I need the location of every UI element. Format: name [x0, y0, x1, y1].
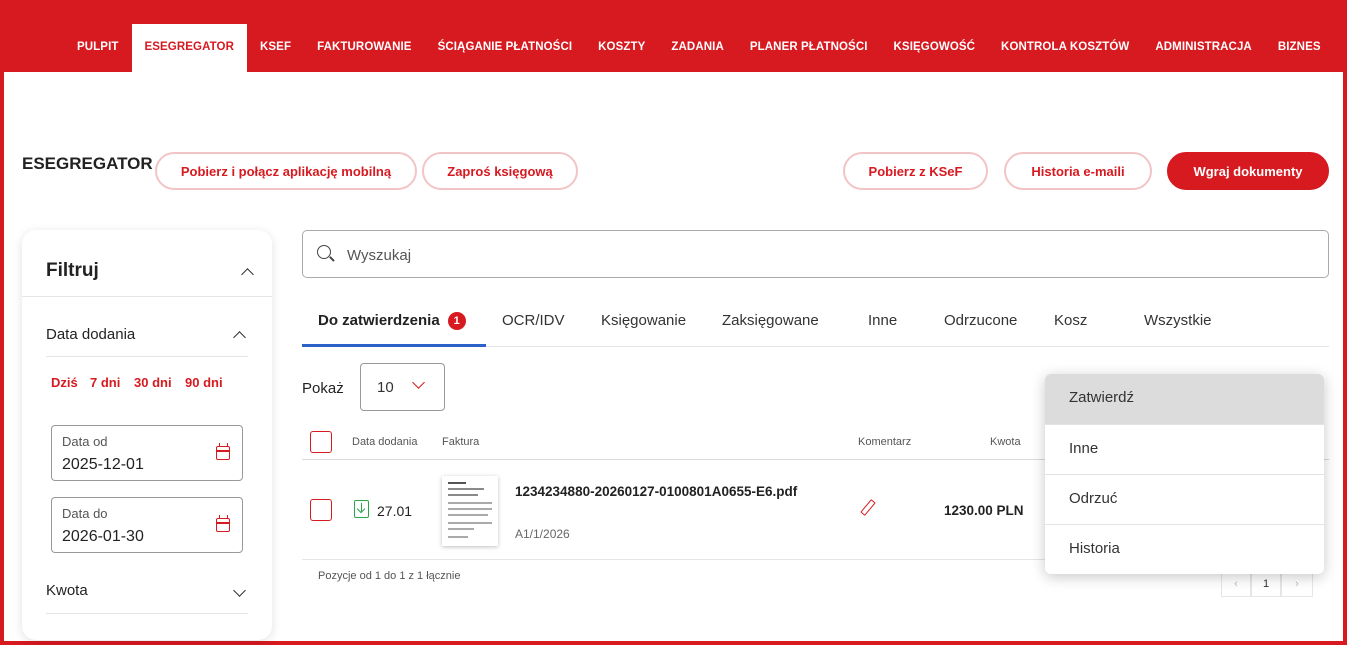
tab-wszystkie[interactable]: Wszystkie	[1144, 312, 1212, 329]
pagination-page-1[interactable]: 1	[1251, 571, 1281, 597]
divider	[46, 613, 248, 614]
nav-item-koszty[interactable]: KOSZTY	[585, 24, 658, 72]
tab-do-zatwierdzenia[interactable]: Do zatwierdzenia 1	[318, 312, 466, 330]
date-added-chevron-up-icon[interactable]	[233, 329, 245, 341]
divider	[22, 296, 272, 297]
quick-range-90-days[interactable]: 90 dni	[185, 375, 223, 390]
nav-item-sciaganie-platnosci[interactable]: ŚCIĄGANIE PŁATNOŚCI	[425, 24, 586, 72]
quick-range-today[interactable]: Dziś	[51, 375, 78, 390]
search-box	[302, 230, 1329, 278]
column-header-date[interactable]: Data dodania	[352, 436, 417, 448]
search-icon	[317, 245, 331, 259]
date-to-value: 2026-01-30	[62, 528, 144, 545]
nav-item-zadania[interactable]: ZADANIA	[658, 24, 736, 72]
tab-odrzucone[interactable]: Odrzucone	[944, 312, 1017, 329]
filter-collapse-chevron-icon[interactable]	[241, 266, 253, 278]
pagination-prev-button[interactable]: ‹	[1221, 571, 1251, 597]
filter-panel: Filtruj Data dodania Dziś 7 dni 30 dni 9…	[22, 230, 272, 640]
pagination-summary: Pozycje od 1 do 1 z 1 łącznie	[318, 570, 461, 582]
column-header-amount[interactable]: Kwota	[990, 436, 1021, 448]
invoice-thumbnail[interactable]	[442, 476, 498, 546]
column-header-invoice[interactable]: Faktura	[442, 436, 479, 448]
download-icon[interactable]	[354, 500, 369, 518]
date-added-label[interactable]: Data dodania	[46, 326, 135, 343]
calendar-icon[interactable]	[216, 515, 230, 532]
page-size-value: 10	[377, 379, 394, 396]
nav-item-kontrola-kosztow[interactable]: KONTROLA KOSZTÓW	[988, 24, 1142, 72]
date-to-label: Data do	[62, 506, 108, 521]
nav-item-pulpit[interactable]: PULPIT	[64, 24, 132, 72]
top-navigation: PULPIT ESEGREGATOR KSEF FAKTUROWANIE ŚCI…	[0, 0, 1347, 72]
tab-count-badge: 1	[447, 312, 466, 330]
nav-item-ksiegowosc[interactable]: KSIĘGOWOŚĆ	[881, 24, 989, 72]
column-header-comment: Komentarz	[858, 436, 912, 448]
table-row-divider	[302, 559, 1052, 560]
page-size-select[interactable]: 10	[360, 363, 445, 411]
row-checkbox[interactable]	[310, 499, 332, 521]
tab-ksiegowanie[interactable]: Księgowanie	[601, 312, 686, 329]
calendar-icon[interactable]	[216, 443, 230, 460]
row-date: 27.01	[377, 503, 413, 519]
email-history-button[interactable]: Historia e-maili	[1004, 152, 1152, 190]
invoice-number: A1/1/2026	[515, 527, 570, 541]
quick-range-30-days[interactable]: 30 dni	[134, 375, 172, 390]
active-tab-indicator	[302, 344, 486, 347]
amount-chevron-down-icon[interactable]	[233, 587, 245, 599]
filter-title: Filtruj	[46, 260, 99, 281]
invite-accountant-button[interactable]: Zaproś księgową	[422, 152, 578, 190]
nav-item-esegregator[interactable]: ESEGREGATOR	[131, 24, 247, 72]
nav-item-administracja[interactable]: ADMINISTRACJA	[1142, 24, 1265, 72]
top-navigation-items: PULPIT ESEGREGATOR KSEF FAKTUROWANIE ŚCI…	[64, 24, 1334, 72]
row-actions-menu: Zatwierdź Inne Odrzuć Historia	[1045, 374, 1324, 574]
menu-item-inne[interactable]: Inne	[1045, 424, 1324, 474]
tab-kosz[interactable]: Kosz	[1054, 312, 1087, 329]
date-from-field[interactable]: Data od 2025-12-01	[51, 425, 243, 481]
search-input[interactable]	[345, 243, 1305, 267]
tab-zaksiegowane[interactable]: Zaksięgowane	[722, 312, 819, 329]
page-title: ESEGREGATOR	[22, 154, 153, 173]
nav-item-fakturowanie[interactable]: FAKTUROWANIE	[304, 24, 424, 72]
menu-item-historia[interactable]: Historia	[1045, 524, 1324, 574]
fetch-ksef-button[interactable]: Pobierz z KSeF	[843, 152, 988, 190]
date-to-field[interactable]: Data do 2026-01-30	[51, 497, 243, 553]
chevron-down-icon	[413, 380, 423, 390]
invoice-filename[interactable]: 1234234880-20260127-0100801A0655-E6.pdf	[515, 484, 797, 499]
date-from-value: 2025-12-01	[62, 456, 144, 473]
tab-inne[interactable]: Inne	[868, 312, 897, 329]
nav-item-ksef[interactable]: KSEF	[247, 24, 304, 72]
tab-ocr-idv[interactable]: OCR/IDV	[502, 312, 565, 329]
select-all-checkbox[interactable]	[310, 431, 332, 453]
nav-item-planer-platnosci[interactable]: PLANER PŁATNOŚCI	[737, 24, 881, 72]
nav-item-biznes[interactable]: BIZNES	[1265, 24, 1334, 72]
edit-comment-pencil-icon[interactable]	[860, 500, 874, 514]
menu-item-odrzuc[interactable]: Odrzuć	[1045, 474, 1324, 524]
pagination-next-button[interactable]: ›	[1281, 571, 1313, 597]
upload-documents-button[interactable]: Wgraj dokumenty	[1167, 152, 1329, 190]
menu-item-zatwierdz[interactable]: Zatwierdź	[1045, 374, 1324, 424]
tab-label: Do zatwierdzenia	[318, 312, 440, 329]
divider	[46, 356, 248, 357]
amount-filter-label[interactable]: Kwota	[46, 582, 88, 599]
row-amount: 1230.00 PLN	[944, 503, 1024, 518]
mobile-app-button[interactable]: Pobierz i połącz aplikację mobilną	[155, 152, 417, 190]
quick-range-7-days[interactable]: 7 dni	[90, 375, 120, 390]
date-from-label: Data od	[62, 434, 108, 449]
page-size-label: Pokaż	[302, 380, 344, 397]
